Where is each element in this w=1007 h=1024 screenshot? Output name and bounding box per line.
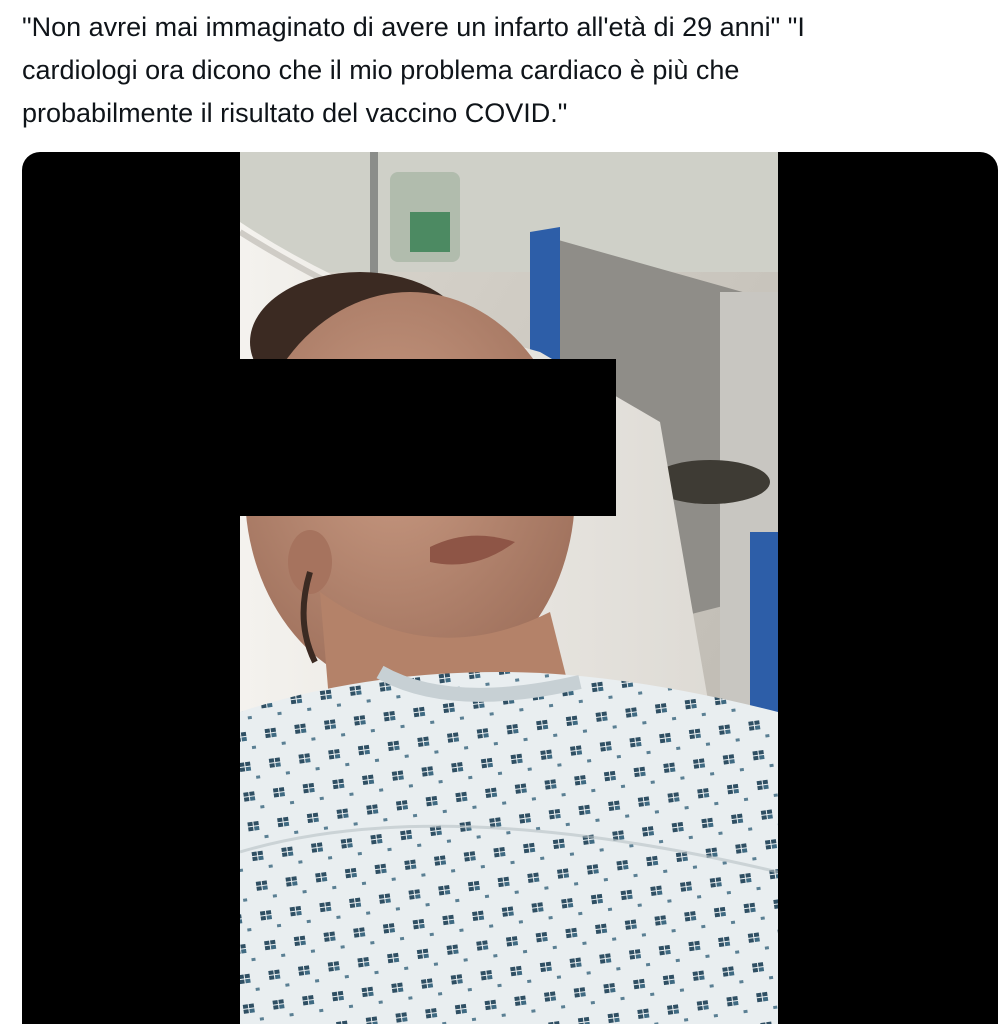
tweet-text: "Non avrei mai immaginato di avere un in…	[22, 12, 805, 128]
tweet: "Non avrei mai immaginato di avere un in…	[0, 0, 1007, 1024]
video-frame[interactable]	[240, 152, 778, 1024]
censor-bar	[240, 359, 616, 516]
media-container[interactable]	[22, 152, 998, 1024]
video-still-image	[240, 152, 778, 1024]
